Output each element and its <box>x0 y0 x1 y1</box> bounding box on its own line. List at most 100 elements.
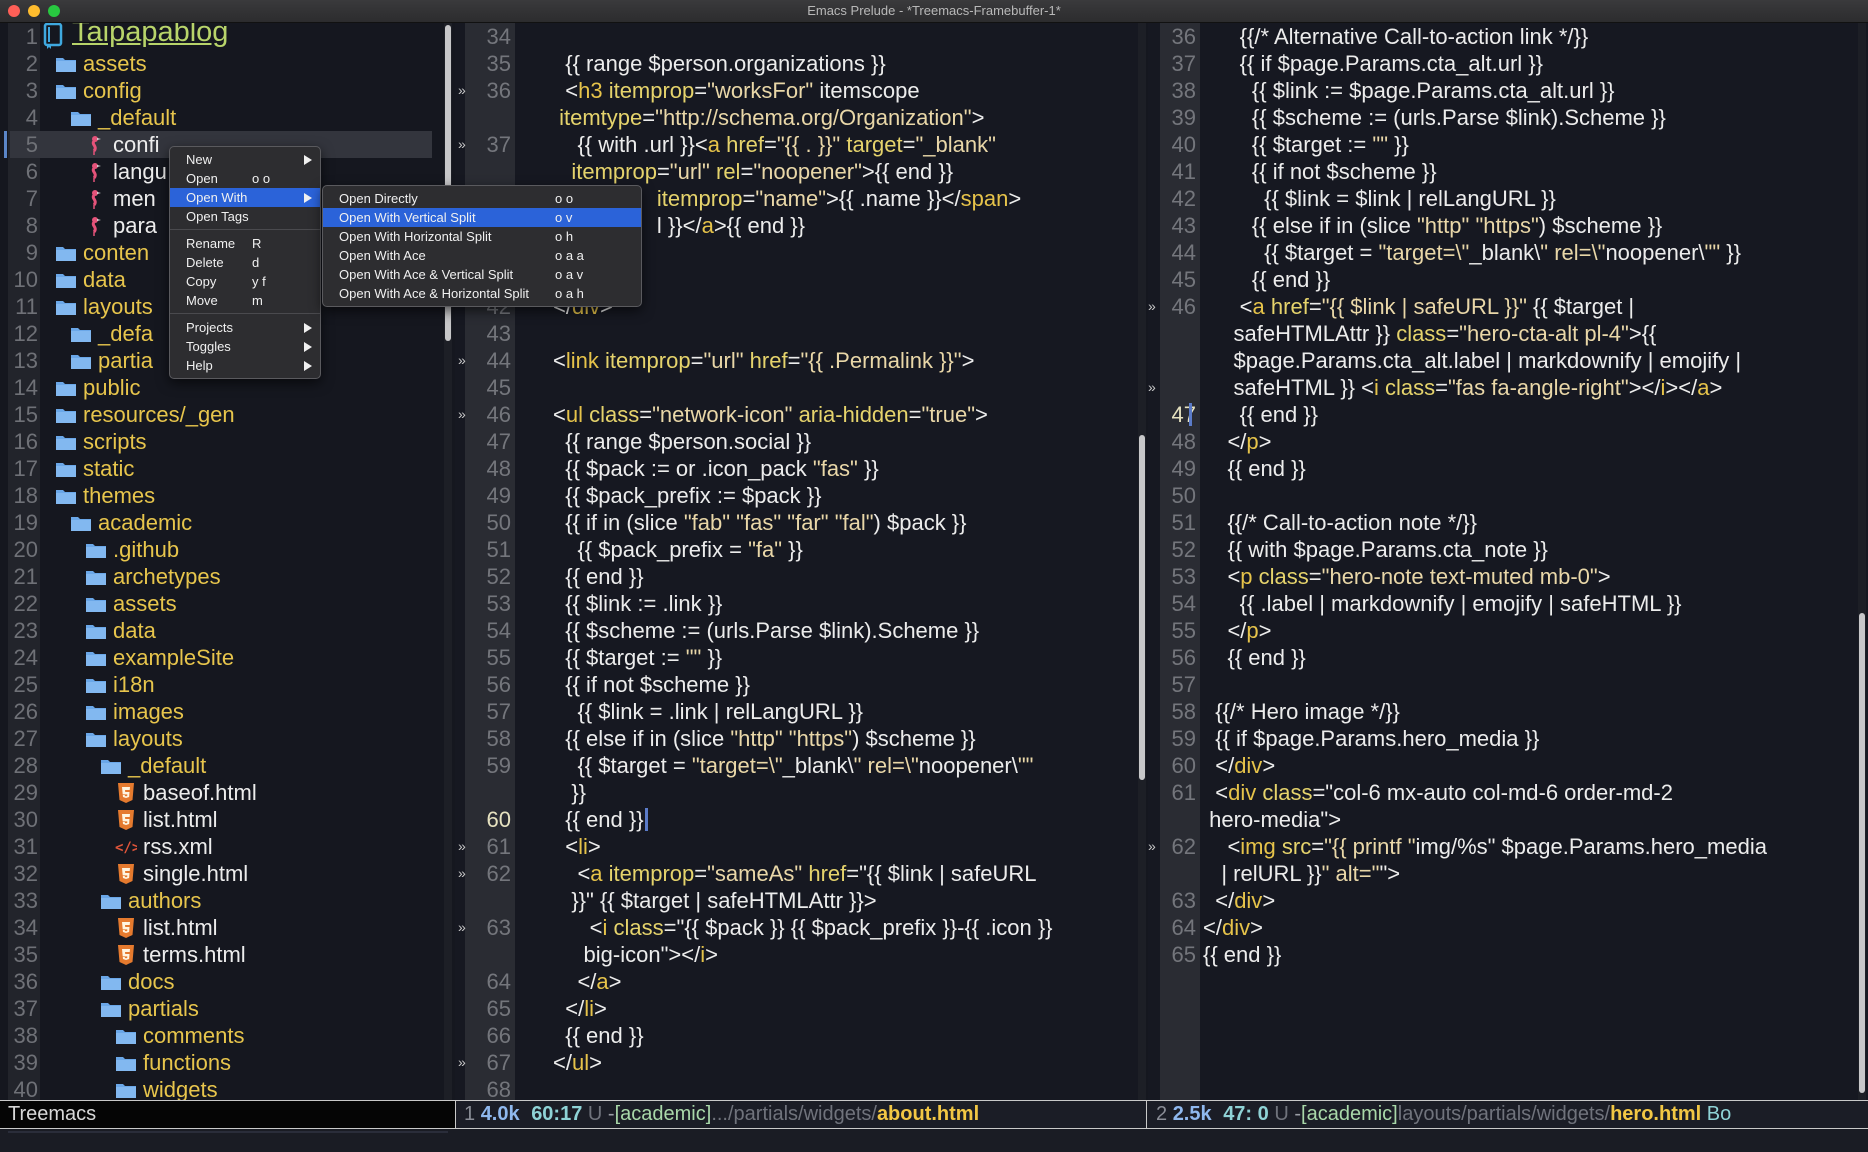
context-menu[interactable]: New Open o o Open With Open Tags Rename R Delet… <box>169 146 321 379</box>
editor-pane-hero-html[interactable]: 36 {{/* Alternative Call-to-action link … <box>1148 23 1868 1100</box>
code-line[interactable]: 36 » <h3 itemprop="worksFor" itemscope <box>455 77 1146 104</box>
tree-item-comments[interactable]: 38 comments <box>0 1022 440 1049</box>
tree-item-taipapablog[interactable]: 1 Taipapablog <box>0 23 440 50</box>
editor-scroll-thumb[interactable] <box>1859 613 1865 1093</box>
code-line[interactable]: }} <box>455 779 1146 806</box>
menu-item-toggles[interactable]: Toggles <box>170 337 320 356</box>
code-line[interactable]: 60 </div> <box>1148 752 1868 779</box>
tree-item-widgets[interactable]: 40 widgets <box>0 1076 440 1100</box>
code-line[interactable]: 52 {{ with $page.Params.cta_note }} <box>1148 536 1868 563</box>
code-line[interactable]: 37 » {{ with .url }}<a href="{{ . }}" tar… <box>455 131 1146 158</box>
code-line[interactable]: 48 {{ $pack := or .icon_pack "fas" }} <box>455 455 1146 482</box>
tree-item-archetypes[interactable]: 21 archetypes <box>0 563 440 590</box>
submenu-item-open-with-ace-horizontal-split[interactable]: Open With Ace & Horizontal Split o a h <box>323 284 641 303</box>
menu-item-rename[interactable]: Rename R <box>170 234 320 253</box>
menu-item-copy[interactable]: Copy y f <box>170 272 320 291</box>
tree-item-functions[interactable]: 39 functions <box>0 1049 440 1076</box>
menu-item-open-with[interactable]: Open With <box>170 188 320 207</box>
code-line[interactable]: 58 {{/* Hero image */}} <box>1148 698 1868 725</box>
code-line[interactable]: 51 {{/* Call-to-action note */}} <box>1148 509 1868 536</box>
tree-item-rss-xml[interactable]: 31 </> rss.xml <box>0 833 440 860</box>
code-line[interactable]: 43 <box>455 320 1146 347</box>
menu-item-delete[interactable]: Delete d <box>170 253 320 272</box>
code-line[interactable]: 36 {{/* Alternative Call-to-action link … <box>1148 23 1868 50</box>
tree-item-examplesite[interactable]: 24 exampleSite <box>0 644 440 671</box>
menu-item-new[interactable]: New <box>170 150 320 169</box>
code-line[interactable]: » safeHTML }} <i class="fas fa-angle-rig… <box>1148 374 1868 401</box>
code-line[interactable]: 49 {{ end }} <box>1148 455 1868 482</box>
code-line[interactable]: 58 {{ else if in (slice "http" "https") … <box>455 725 1146 752</box>
code-line[interactable]: 61 <div class="col-6 mx-auto col-md-6 or… <box>1148 779 1868 806</box>
submenu-item-open-directly[interactable]: Open Directly o o <box>323 189 641 208</box>
submenu-item-open-with-ace-vertical-split[interactable]: Open With Ace & Vertical Split o a v <box>323 265 641 284</box>
tree-item-authors[interactable]: 33 authors <box>0 887 440 914</box>
menu-item-open[interactable]: Open o o <box>170 169 320 188</box>
code-line[interactable]: 54 {{ $scheme := (urls.Parse $link).Sche… <box>455 617 1146 644</box>
tree-item-layouts[interactable]: 27 layouts <box>0 725 440 752</box>
code-line[interactable]: 50 <box>1148 482 1868 509</box>
tree-item-list-html[interactable]: 34 list.html <box>0 914 440 941</box>
code-line[interactable]: 47 {{ end }} <box>1148 401 1868 428</box>
editor-scroll-thumb[interactable] <box>1139 435 1145 780</box>
code-line[interactable]: 56 {{ end }} <box>1148 644 1868 671</box>
code-line[interactable]: 59 {{ if $page.Params.hero_media }} <box>1148 725 1868 752</box>
code-line[interactable]: 46 » <a href="{{ $link | safeURL }}" {{ $… <box>1148 293 1868 320</box>
code-line[interactable]: 61 » <li> <box>455 833 1146 860</box>
code-line[interactable]: 47 {{ range $person.social }} <box>455 428 1146 455</box>
code-line[interactable]: 57 {{ $link = .link | relLangURL }} <box>455 698 1146 725</box>
editor-scrollbar[interactable] <box>1858 23 1866 1100</box>
code-line[interactable]: 35 {{ range $person.organizations }} <box>455 50 1146 77</box>
tree-item-baseof-html[interactable]: 29 baseof.html <box>0 779 440 806</box>
code-line[interactable]: itemprop="url" rel="noopener">{{ end }} <box>455 158 1146 185</box>
tree-item--default[interactable]: 28 _default <box>0 752 440 779</box>
tree-item-docs[interactable]: 36 docs <box>0 968 440 995</box>
minibuffer[interactable] <box>0 1129 1868 1152</box>
tree-item--default[interactable]: 4 _default <box>0 104 440 131</box>
code-line[interactable]: big-icon"></i> <box>455 941 1146 968</box>
code-line[interactable]: 66 {{ end }} <box>455 1022 1146 1049</box>
code-line[interactable]: 57 <box>1148 671 1868 698</box>
code-line[interactable]: 64 </a> <box>455 968 1146 995</box>
submenu-item-open-with-ace[interactable]: Open With Ace o a a <box>323 246 641 265</box>
tree-item-config[interactable]: 3 config <box>0 77 440 104</box>
tree-item-academic[interactable]: 19 academic <box>0 509 440 536</box>
code-line[interactable]: 41 {{ if not $scheme }} <box>1148 158 1868 185</box>
code-line[interactable]: 50 {{ if in (slice "fab" "fas" "far" "fa… <box>455 509 1146 536</box>
code-line[interactable]: safeHTMLAttr }} class="hero-cta-alt pl-4… <box>1148 320 1868 347</box>
code-line[interactable]: 49 {{ $pack_prefix := $pack }} <box>455 482 1146 509</box>
code-line[interactable]: 62 » <a itemprop="sameAs" href="{{ $link … <box>455 860 1146 887</box>
code-line[interactable]: 53 <p class="hero-note text-muted mb-0"> <box>1148 563 1868 590</box>
code-line[interactable]: 43 {{ else if in (slice "http" "https") … <box>1148 212 1868 239</box>
code-line[interactable]: 40 {{ $target := "" }} <box>1148 131 1868 158</box>
tree-item--github[interactable]: 20 .github <box>0 536 440 563</box>
tree-item-themes[interactable]: 18 themes <box>0 482 440 509</box>
code-line[interactable]: 51 {{ $pack_prefix = "fa" }} <box>455 536 1146 563</box>
tree-item-images[interactable]: 26 images <box>0 698 440 725</box>
menu-item-open-tags[interactable]: Open Tags <box>170 207 320 226</box>
code-line[interactable]: 62 » <img src="{{ printf "img/%s" $page.P… <box>1148 833 1868 860</box>
code-line[interactable]: 34 <box>455 23 1146 50</box>
code-line[interactable]: 52 {{ end }} <box>455 563 1146 590</box>
code-line[interactable]: 56 {{ if not $scheme }} <box>455 671 1146 698</box>
code-line[interactable]: 44 » <link itemprop="url" href="{{ .Permal… <box>455 347 1146 374</box>
tree-item-partials[interactable]: 37 partials <box>0 995 440 1022</box>
code-line[interactable]: 63 </div> <box>1148 887 1868 914</box>
code-line[interactable]: 55 {{ $target := "" }} <box>455 644 1146 671</box>
code-line[interactable]: 67 » </ul> <box>455 1049 1146 1076</box>
code-line[interactable]: 42 {{ $link = $link | relLangURL }} <box>1148 185 1868 212</box>
code-line[interactable]: 54 {{ .label | markdownify | emojify | s… <box>1148 590 1868 617</box>
code-line[interactable]: $page.Params.cta_alt.label | markdownify… <box>1148 347 1868 374</box>
code-line[interactable]: 68 <box>455 1076 1146 1100</box>
code-line[interactable]: 55 </p> <box>1148 617 1868 644</box>
code-line[interactable]: 65 {{ end }} <box>1148 941 1868 968</box>
tree-item-i18n[interactable]: 25 i18n <box>0 671 440 698</box>
code-line[interactable]: 46 » <ul class="network-icon" aria-hidden=… <box>455 401 1146 428</box>
submenu-item-open-with-horizontal-split[interactable]: Open With Horizontal Split o h <box>323 227 641 246</box>
code-line[interactable]: 59 {{ $target = "target=\"_blank\" rel=\… <box>455 752 1146 779</box>
code-line[interactable]: itemtype="http://schema.org/Organization… <box>455 104 1146 131</box>
tree-item-resources-gen[interactable]: 15 resources/_gen <box>0 401 440 428</box>
code-line[interactable]: 64 </div> <box>1148 914 1868 941</box>
code-line[interactable]: }}" {{ $target | safeHTMLAttr }}> <box>455 887 1146 914</box>
tree-item-scripts[interactable]: 16 scripts <box>0 428 440 455</box>
menu-item-help[interactable]: Help <box>170 356 320 375</box>
